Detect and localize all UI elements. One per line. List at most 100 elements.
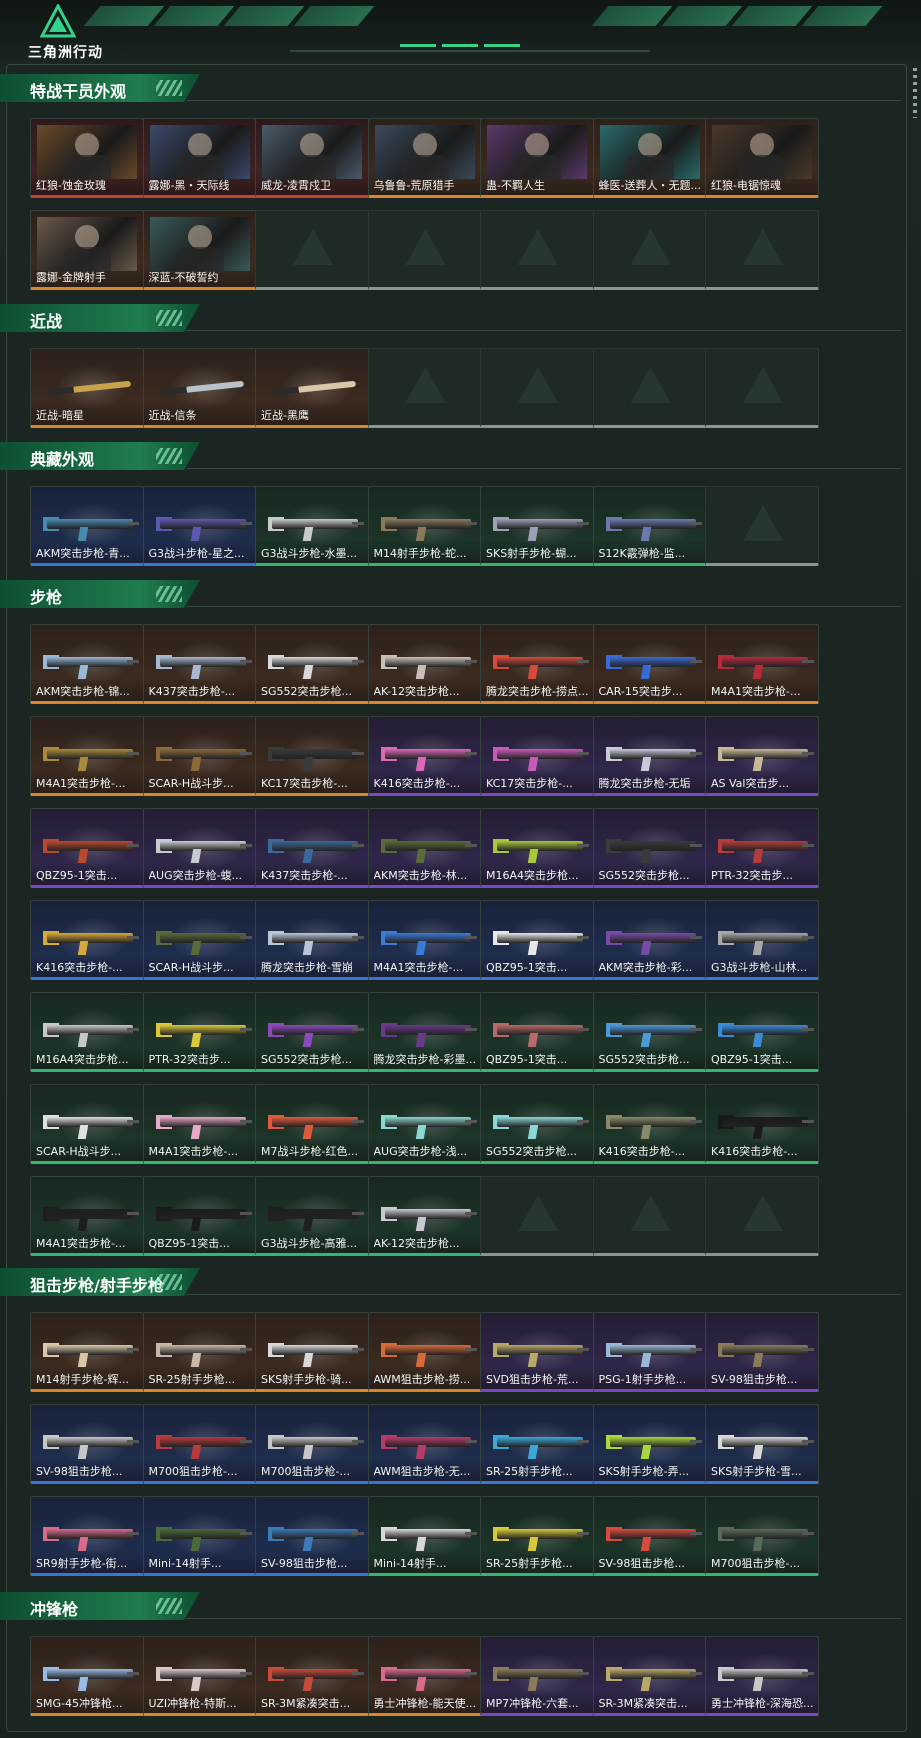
skin-card[interactable]: SG552突击步枪... [480,1084,594,1164]
skin-card[interactable]: AWM狙击步枪-无... [367,1404,482,1484]
skin-card[interactable]: K416突击步枪-... [30,900,144,980]
skin-card[interactable]: SMG-45冲锋枪... [30,1636,144,1716]
skin-card[interactable]: SV-98狙击步枪... [592,1496,707,1576]
skin-card[interactable]: M4A1突击步枪-... [367,900,482,980]
skin-card[interactable]: 勇士冲锋枪-深海恐... [705,1636,819,1716]
skin-card[interactable]: SKS射手步枪-蝴... [480,486,594,566]
skin-card[interactable]: SR-25射手步枪... [142,1312,257,1392]
skin-card[interactable]: Mini-14射手... [142,1496,257,1576]
skin-card[interactable]: AKM突击步枪-彩... [592,900,707,980]
skin-card[interactable]: PTR-32突击步... [705,808,819,888]
rifle-icon [600,999,702,1053]
skin-card[interactable]: G3战斗步枪-高雅... [255,1176,369,1256]
skin-card[interactable]: 近战-信条 [142,348,257,428]
skin-name: 腾龙突击步枪-捞点... [486,685,589,698]
skin-card[interactable]: 腾龙突击步枪-捞点... [480,624,594,704]
skin-card[interactable]: SR9射手步枪-街... [30,1496,144,1576]
skin-card[interactable]: Mini-14射手... [367,1496,482,1576]
skin-card[interactable]: MP7冲锋枪-六套... [480,1636,594,1716]
skin-card[interactable]: QBZ95-1突击... [705,992,819,1072]
skin-card[interactable]: AS Val突击步... [705,716,819,796]
skin-card[interactable]: SV-98狙击步枪... [705,1312,819,1392]
skin-card[interactable]: QBZ95-1突击... [480,900,594,980]
skin-card[interactable]: QBZ95-1突击... [480,992,594,1072]
skin-card[interactable]: 露娜-金牌射手 [30,210,144,290]
skin-card[interactable]: M14射手步枪-蛇... [367,486,482,566]
skin-card[interactable]: G3战斗步枪-山林... [705,900,819,980]
skin-card[interactable]: K416突击步枪-... [592,1084,707,1164]
skin-card[interactable]: 近战-黑鹰 [255,348,369,428]
skin-card[interactable]: M4A1突击步枪-... [705,624,819,704]
skin-card[interactable]: SKS射手步枪-骑... [255,1312,369,1392]
skin-card[interactable]: G3战斗步枪-星之... [142,486,257,566]
skin-card[interactable]: SKS射手步枪-弄... [592,1404,707,1484]
skin-card[interactable]: PSG-1射手步枪... [592,1312,707,1392]
skin-card[interactable]: M4A1突击步枪-... [30,716,144,796]
scrollbar[interactable] [913,68,917,118]
skin-card[interactable]: SG552突击步枪... [592,808,707,888]
skin-card[interactable]: KC17突击步枪-... [255,716,369,796]
skin-card[interactable]: K416突击步枪-... [705,1084,819,1164]
skin-card[interactable]: 蜂医-送葬人・无题... [592,118,707,198]
skin-card[interactable]: UZI冲锋枪-特斯... [142,1636,257,1716]
skin-card[interactable]: AKM突击步枪-青... [30,486,144,566]
skin-card[interactable]: SG552突击步枪... [255,624,369,704]
skin-card[interactable]: 威龙-凌霄戍卫 [255,118,369,198]
skin-name: 红狼-电锯惊魂 [711,179,781,192]
skin-card[interactable]: SR-25射手步枪... [480,1496,594,1576]
skin-card[interactable]: 腾龙突击步枪-无垢 [592,716,707,796]
skin-card[interactable]: M4A1突击步枪-... [142,1084,257,1164]
skin-card[interactable]: M16A4突击步枪... [480,808,594,888]
skin-card[interactable]: AUG突击步枪-浅... [367,1084,482,1164]
skin-card[interactable]: 红狼-蚀金玫瑰 [30,118,144,198]
skin-card[interactable]: AK-12突击步枪... [367,624,482,704]
skin-card[interactable]: G3战斗步枪-水墨... [255,486,369,566]
skin-card[interactable]: K416突击步枪-... [367,716,482,796]
skin-card[interactable]: AWM狙击步枪-捞... [367,1312,482,1392]
skin-card[interactable]: M700狙击步枪-... [142,1404,257,1484]
skin-card[interactable]: KC17突击步枪-... [480,716,594,796]
skin-card[interactable]: S12K霰弹枪-监... [592,486,707,566]
skin-card[interactable]: 勇士冲锋枪-能天使... [367,1636,482,1716]
skin-card[interactable]: 深蓝-不破誓约 [142,210,257,290]
skin-card[interactable]: K437突击步枪-... [142,624,257,704]
skin-card[interactable]: 露娜-黑・天际线 [142,118,257,198]
skin-card[interactable]: SCAR-H战斗步... [30,1084,144,1164]
skin-card[interactable]: SG552突击步枪... [592,992,707,1072]
skin-name: 勇士冲锋枪-能天使... [373,1697,476,1710]
skin-card[interactable]: AK-12突击步枪... [367,1176,482,1256]
skin-card[interactable]: K437突击步枪-... [255,808,369,888]
skin-card[interactable]: SCAR-H战斗步... [142,716,257,796]
skin-card[interactable]: 红狼-电锯惊魂 [705,118,819,198]
skin-name: Mini-14射手... [373,1557,447,1570]
skin-card[interactable]: M700狙击步枪-... [255,1404,369,1484]
skin-card[interactable]: M7战斗步枪-红色... [255,1084,369,1164]
skin-card[interactable]: SG552突击步枪... [255,992,369,1072]
skin-card[interactable]: SV-98狙击步枪... [255,1496,369,1576]
skin-card[interactable]: SV-98狙击步枪... [30,1404,144,1484]
skin-card[interactable]: CAR-15突击步... [592,624,707,704]
skin-card[interactable]: SR-3M紧凑突击... [255,1636,369,1716]
skin-card[interactable]: M16A4突击步枪... [30,992,144,1072]
skin-card[interactable]: 乌鲁鲁-荒原猎手 [367,118,482,198]
skin-card[interactable]: M14射手步枪-辉... [30,1312,144,1392]
skin-card[interactable]: AKM突击步枪-锦... [30,624,144,704]
skin-card[interactable]: SVD狙击步枪-荒... [480,1312,594,1392]
skin-card[interactable]: M700狙击步枪-... [705,1496,819,1576]
skin-card[interactable]: SKS射手步枪-雪... [705,1404,819,1484]
skin-card[interactable]: 腾龙突击步枪-雪崩 [255,900,369,980]
skin-card[interactable]: QBZ95-1突击... [142,1176,257,1256]
skin-card[interactable]: M4A1突击步枪-... [30,1176,144,1256]
skin-card[interactable]: 腾龙突击步枪-彩墨... [367,992,482,1072]
skin-card[interactable]: 近战-暗星 [30,348,144,428]
skin-card[interactable]: QBZ95-1突击... [30,808,144,888]
skin-card[interactable]: AKM突击步枪-林... [367,808,482,888]
skin-name: CAR-15突击步... [598,685,683,698]
skin-card[interactable]: 蛊-不羁人生 [480,118,594,198]
skin-card[interactable]: AUG突击步枪-蝮... [142,808,257,888]
skin-card[interactable]: SCAR-H战斗步... [142,900,257,980]
skin-card[interactable]: SR-3M紧凑突击... [592,1636,707,1716]
skin-name: AKM突击步枪-林... [373,869,468,882]
skin-card[interactable]: SR-25射手步枪... [480,1404,594,1484]
skin-card[interactable]: PTR-32突击步... [142,992,257,1072]
